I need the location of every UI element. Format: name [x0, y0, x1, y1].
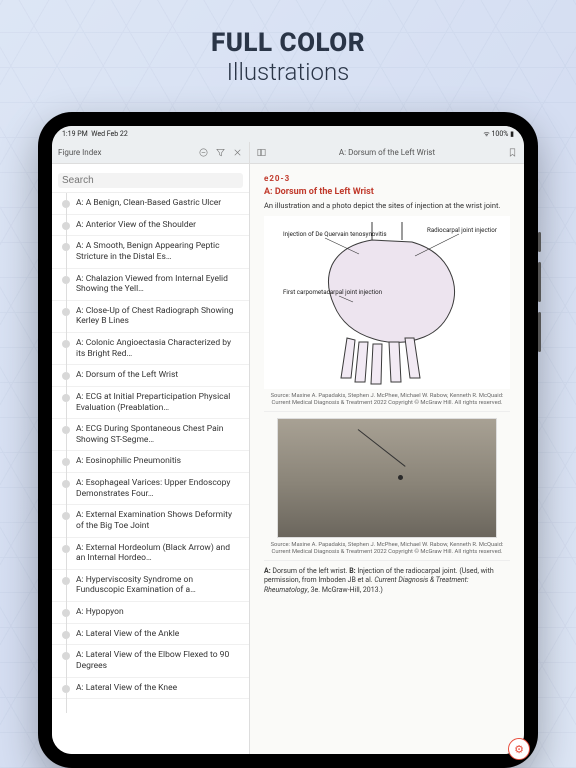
- search-input[interactable]: [58, 173, 243, 188]
- list-item[interactable]: A: Lateral View of the Ankle: [52, 624, 249, 646]
- list-item[interactable]: A: Colonic Angioectasia Characterized by…: [52, 333, 249, 365]
- status-bar: 1:19 PM Wed Feb 22 ᯤ 100% ▮: [52, 126, 524, 142]
- list-item[interactable]: A: ECG During Spontaneous Chest Pain Sho…: [52, 419, 249, 451]
- credit-line: Source: Maxine A. Papadakis, Stephen J. …: [264, 540, 510, 561]
- bullet-icon: [62, 577, 70, 585]
- bullet-icon: [62, 276, 70, 284]
- list-item-label: A: Eosinophilic Pneumonitis: [76, 456, 241, 467]
- bullet-icon: [62, 652, 70, 660]
- bullet-icon: [62, 222, 70, 230]
- list-item-label: A: Chalazion Viewed from Internal Eyelid…: [76, 274, 241, 295]
- list-item-label: A: Colonic Angioectasia Characterized by…: [76, 338, 241, 359]
- figure-description: An illustration and a photo depict the s…: [264, 201, 510, 210]
- list-item-label: A: Close-Up of Chest Radiograph Showing …: [76, 306, 241, 327]
- list-item-label: A: Lateral View of the Elbow Flexed to 9…: [76, 650, 241, 671]
- list-item[interactable]: A: Chalazion Viewed from Internal Eyelid…: [52, 269, 249, 301]
- tablet-frame: 1:19 PM Wed Feb 22 ᯤ 100% ▮ Figure Index…: [38, 112, 538, 768]
- bullet-icon: [62, 200, 70, 208]
- bullet-icon: [62, 308, 70, 316]
- list-item-label: A: ECG During Spontaneous Chest Pain Sho…: [76, 424, 241, 445]
- list-item[interactable]: A: Lateral View of the Elbow Flexed to 9…: [52, 645, 249, 677]
- list-item-label: A: Dorsum of the Left Wrist: [76, 370, 241, 381]
- bullet-icon: [62, 458, 70, 466]
- close-icon[interactable]: [232, 147, 243, 158]
- bullet-icon: [62, 631, 70, 639]
- list-item[interactable]: A: Dorsum of the Left Wrist: [52, 365, 249, 387]
- list-item-label: A: Esophageal Varices: Upper Endoscopy D…: [76, 478, 241, 499]
- figure-title: A: Dorsum of the Left Wrist: [264, 187, 510, 197]
- list-item-label: A: External Examination Shows Deformity …: [76, 510, 241, 531]
- list-item[interactable]: A: Lateral View of the Knee: [52, 678, 249, 700]
- content-title: A: Dorsum of the Left Wrist: [267, 148, 507, 157]
- svg-text:Radiocarpal joint injection: Radiocarpal joint injection: [427, 226, 497, 234]
- list-item-label: A: Lateral View of the Knee: [76, 683, 241, 694]
- view-toggle-icon[interactable]: [198, 147, 209, 158]
- list-item[interactable]: A: Close-Up of Chest Radiograph Showing …: [52, 301, 249, 333]
- settings-fab[interactable]: ⚙: [508, 738, 524, 754]
- figure-index-title: Figure Index: [58, 148, 101, 157]
- list-item[interactable]: A: A Smooth, Benign Appearing Peptic Str…: [52, 236, 249, 268]
- illustration-a: Injection of De Quervain tenosynovitis R…: [264, 216, 510, 389]
- figure-number: e20-3: [264, 174, 510, 183]
- article-pane: e20-3 A: Dorsum of the Left Wrist An ill…: [250, 164, 524, 754]
- credit-line: Source: Maxine A. Papadakis, Stephen J. …: [264, 391, 510, 412]
- list-item[interactable]: A: Hypopyon: [52, 602, 249, 624]
- list-item-label: A: Lateral View of the Ankle: [76, 629, 241, 640]
- reader-toggle-icon[interactable]: [256, 147, 267, 158]
- bullet-icon: [62, 394, 70, 402]
- bullet-icon: [62, 426, 70, 434]
- list-item[interactable]: A: A Benign, Clean-Based Gastric Ulcer: [52, 193, 249, 215]
- list-item-label: A: Hypopyon: [76, 607, 241, 618]
- figure-caption: A: Dorsum of the left wrist. B: Injectio…: [264, 567, 510, 595]
- svg-text:First carpometacarpal joint in: First carpometacarpal joint injection: [283, 288, 382, 296]
- list-item-label: A: Hyperviscosity Syndrome on Funduscopi…: [76, 575, 241, 596]
- bullet-icon: [62, 340, 70, 348]
- bullet-icon: [62, 685, 70, 693]
- bullet-icon: [62, 512, 70, 520]
- bullet-icon: [62, 609, 70, 617]
- list-item-label: A: ECG at Initial Preparticipation Physi…: [76, 392, 241, 413]
- list-item[interactable]: A: Esophageal Varices: Upper Endoscopy D…: [52, 473, 249, 505]
- list-item[interactable]: A: ECG at Initial Preparticipation Physi…: [52, 387, 249, 419]
- list-item-label: A: A Benign, Clean-Based Gastric Ulcer: [76, 198, 241, 209]
- list-item[interactable]: A: Anterior View of the Shoulder: [52, 215, 249, 237]
- list-item[interactable]: A: External Hordeolum (Black Arrow) and …: [52, 538, 249, 570]
- bookmark-icon[interactable]: [507, 147, 518, 158]
- list-item[interactable]: A: External Examination Shows Deformity …: [52, 505, 249, 537]
- bullet-icon: [62, 480, 70, 488]
- list-item[interactable]: A: Hyperviscosity Syndrome on Funduscopi…: [52, 570, 249, 602]
- list-item[interactable]: A: Eosinophilic Pneumonitis: [52, 451, 249, 473]
- illustration-b: [277, 418, 497, 538]
- filter-icon[interactable]: [215, 147, 226, 158]
- figure-list[interactable]: A: A Benign, Clean-Based Gastric Ulcer A:…: [52, 193, 249, 754]
- bullet-icon: [62, 545, 70, 553]
- list-item-label: A: Anterior View of the Shoulder: [76, 220, 241, 231]
- svg-text:Injection of De Quervain tenos: Injection of De Quervain tenosynovitis: [283, 230, 387, 238]
- list-item-label: A: External Hordeolum (Black Arrow) and …: [76, 543, 241, 564]
- bullet-icon: [62, 243, 70, 251]
- bullet-icon: [62, 372, 70, 380]
- list-item-label: A: A Smooth, Benign Appearing Peptic Str…: [76, 241, 241, 262]
